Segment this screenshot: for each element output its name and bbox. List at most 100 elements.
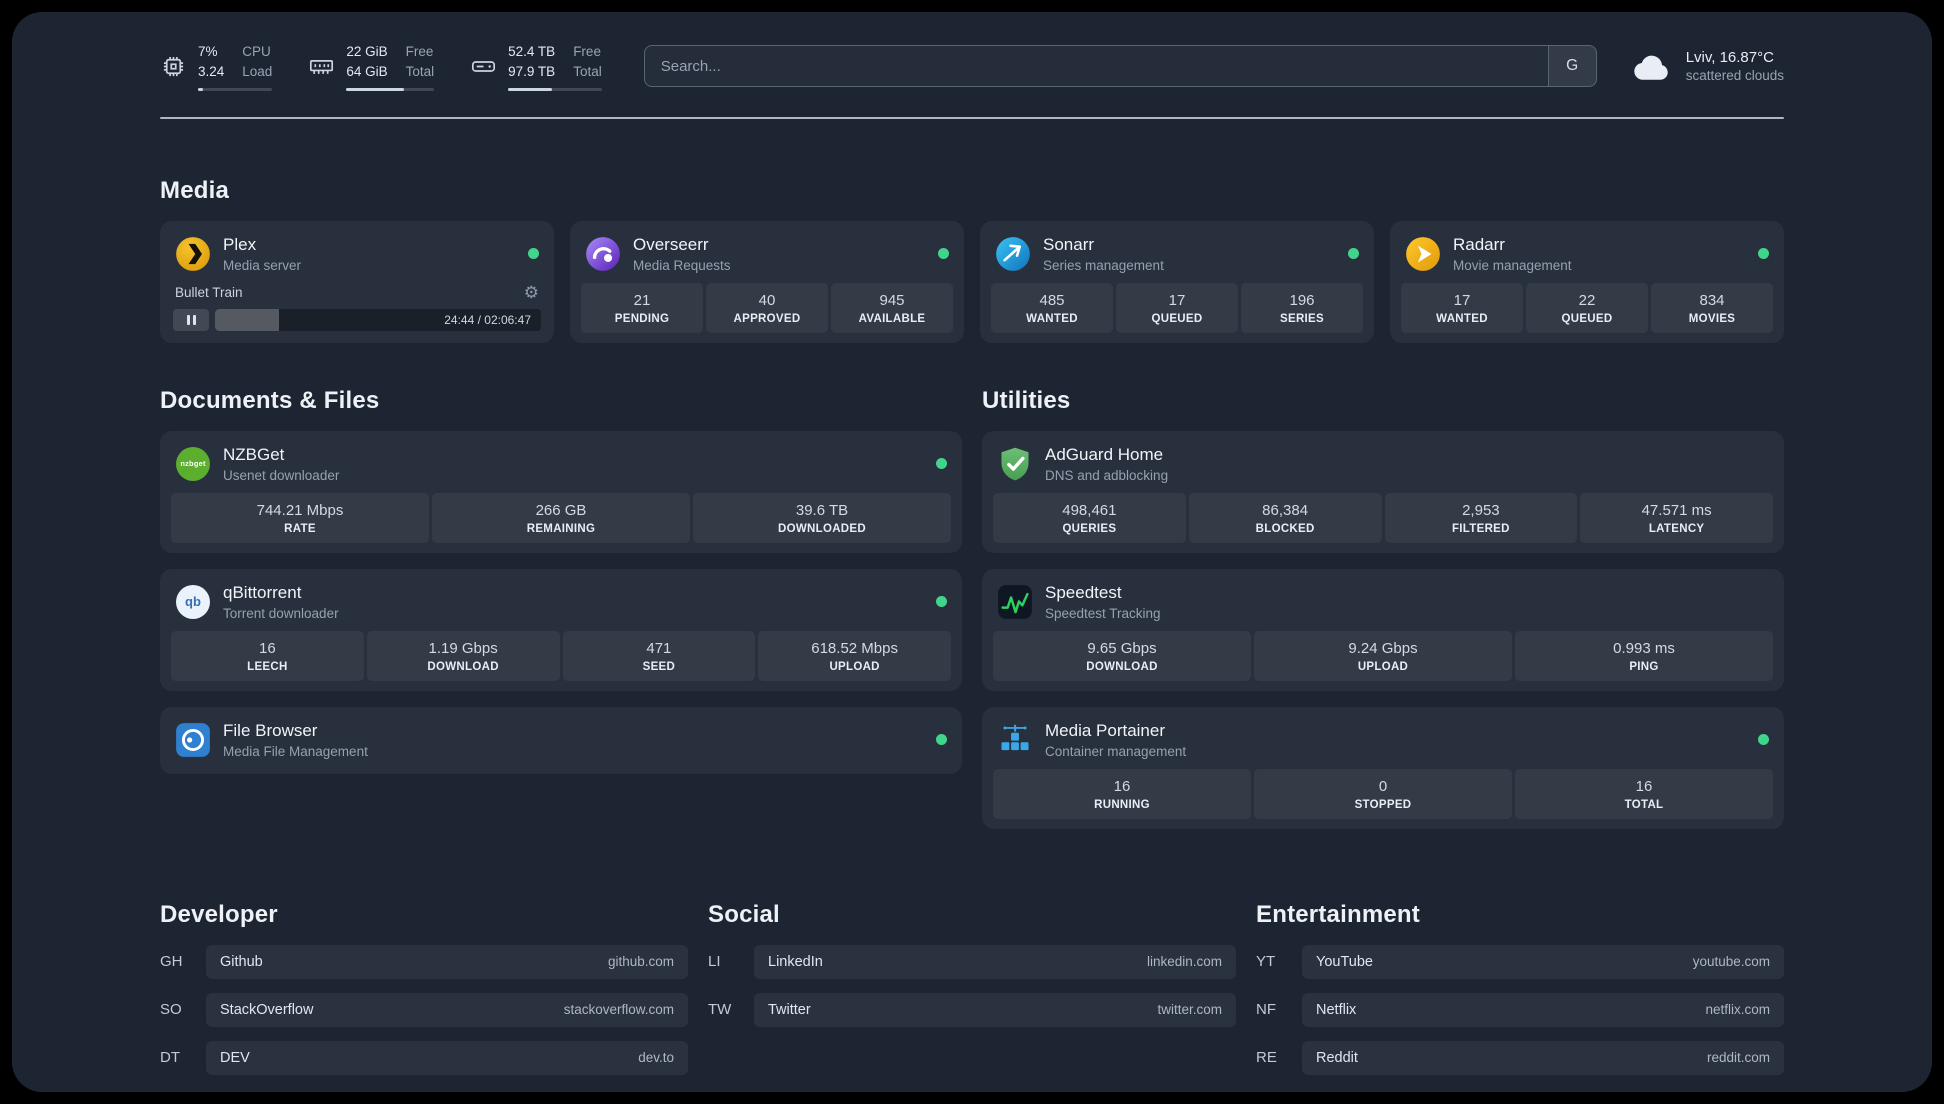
service-card-nzbget[interactable]: nzbget NZBGet Usenet downloader 744.21 Mbps… <box>160 430 962 553</box>
portainer-logo-icon <box>997 722 1033 758</box>
stat-value: 0 <box>1378 777 1388 795</box>
stat-label: WANTED <box>1026 312 1078 325</box>
stat-label: SERIES <box>1280 312 1324 325</box>
stat-label: APPROVED <box>733 312 801 325</box>
weather-widget[interactable]: Lviv, 16.87°C scattered clouds <box>1631 46 1784 86</box>
service-meta: AdGuard Home DNS and adblocking <box>1045 445 1168 483</box>
bookmark-link-reddit[interactable]: Reddit reddit.com <box>1302 1040 1784 1075</box>
weather-condition: scattered clouds <box>1685 68 1784 84</box>
resource-body: 52.4 TB 97.9 TB Free Total <box>508 42 602 91</box>
stat-label: STOPPED <box>1354 798 1412 811</box>
stat-value: 485 <box>1039 291 1065 309</box>
pause-button[interactable] <box>173 308 209 331</box>
service-description: Usenet downloader <box>223 467 340 483</box>
stat-label: DOWNLOAD <box>1086 660 1158 673</box>
service-meta: NZBGet Usenet downloader <box>223 445 339 483</box>
resource-body: 7% 3.24 CPU Load <box>198 42 273 91</box>
stat-value: 196 <box>1289 291 1315 309</box>
search-input[interactable] <box>644 46 1548 87</box>
service-card-qbittorrent[interactable]: qb qBittorrent Torrent downloader 16 LEECH 1.… <box>160 568 962 691</box>
bookmark-name: LinkedIn <box>768 953 823 970</box>
resource-widget-memory: 22 GiB 64 GiB Free Total <box>308 42 435 91</box>
bookmark-link-youtube[interactable]: YouTube youtube.com <box>1302 944 1784 979</box>
stat-label: LEECH <box>247 660 288 673</box>
resource-usage-fill <box>198 87 204 91</box>
stat-value: 39.6 TB <box>795 501 849 519</box>
bookmark-link-twitter[interactable]: Twitter twitter.com <box>754 992 1236 1027</box>
resource-label: Free <box>405 44 434 59</box>
bookmark-rows: LI LinkedIn linkedin.com TW Twitter twitter.c… <box>708 944 1236 1027</box>
stat-value: 834 <box>1699 291 1725 309</box>
service-header: Radarr Movie management <box>1401 231 1773 283</box>
stat-downloaded: 39.6 TB DOWNLOADED <box>693 492 951 543</box>
bookmark-row: YT YouTube youtube.com <box>1256 944 1784 979</box>
bookmark-name: DEV <box>220 1049 250 1066</box>
bookmark-abbr: GH <box>160 953 183 970</box>
bookmark-name: YouTube <box>1316 953 1373 970</box>
bookmark-url: youtube.com <box>1692 954 1770 969</box>
bookmark-url: github.com <box>607 954 674 969</box>
service-card-plex[interactable]: Plex Media server Bullet Train ⚙ 24:44 / 02:… <box>160 220 554 343</box>
bookmark-group-developer: Developer GH Github github.com SO StackOverfl… <box>160 901 688 1075</box>
stat-filtered: 2,953 FILTERED <box>1384 492 1578 543</box>
qbittorrent-logo-icon: qb <box>175 584 211 620</box>
service-stats: 9.65 Gbps DOWNLOAD 9.24 Gbps UPLOAD 0.993 ms… <box>993 630 1773 681</box>
stat-label: RUNNING <box>1094 798 1150 811</box>
service-meta: File Browser Media File Management <box>223 721 368 759</box>
media-service-grid: Plex Media server Bullet Train ⚙ 24:44 / 02:… <box>160 220 1784 343</box>
stat-stopped: 0 STOPPED <box>1254 768 1512 819</box>
stat-wanted: 485 WANTED <box>991 282 1113 333</box>
bookmark-url: stackoverflow.com <box>563 1002 674 1017</box>
section-utilities: Utilities AdGuard Home DNS and adblocking… <box>982 387 1784 829</box>
status-online-dot <box>938 248 949 259</box>
service-card-file-browser[interactable]: File Browser Media File Management <box>160 706 962 774</box>
stat-label: REMAINING <box>526 522 596 535</box>
service-header: Sonarr Series management <box>991 231 1363 283</box>
bookmark-abbr: YT <box>1256 953 1276 970</box>
service-description: Movie management <box>1453 257 1572 273</box>
status-online-dot <box>1758 248 1769 259</box>
bookmark-link-dev[interactable]: DEV dev.to <box>206 1040 688 1075</box>
service-name: AdGuard Home <box>1045 444 1164 464</box>
resource-labels: Free Total <box>573 42 602 83</box>
bookmark-abbr: LI <box>708 953 721 970</box>
stat-upload: 9.24 Gbps UPLOAD <box>1254 630 1512 681</box>
stat-value: 16 <box>259 639 276 657</box>
service-name: Speedtest <box>1045 582 1122 602</box>
service-description: Speedtest Tracking <box>1045 605 1161 621</box>
stat-value: 21 <box>633 291 651 309</box>
bookmark-rows: GH Github github.com SO StackOverflow stackov… <box>160 944 688 1075</box>
resource-label: Total <box>573 64 602 80</box>
service-card-radarr[interactable]: Radarr Movie management 17 WANTED 22 QUEUED 83… <box>1390 220 1784 343</box>
stat-rate: 744.21 Mbps RATE <box>171 492 429 543</box>
bookmark-group-title: Entertainment <box>1256 900 1420 928</box>
service-card-adguard-home[interactable]: AdGuard Home DNS and adblocking 498,461 QUE… <box>982 430 1784 553</box>
stat-label: LATENCY <box>1648 522 1705 535</box>
stat-upload: 618.52 Mbps UPLOAD <box>758 630 951 681</box>
service-card-sonarr[interactable]: Sonarr Series management 485 WANTED 17 QUEUED… <box>980 220 1374 343</box>
resource-widgets: 7% 3.24 CPU Load 22 GiB 64 GiB Free Total 52.4 T… <box>160 42 602 91</box>
stat-value: 618.52 Mbps <box>811 639 898 657</box>
resource-widget-disk: 52.4 TB 97.9 TB Free Total <box>470 42 602 91</box>
bookmark-link-linkedin[interactable]: LinkedIn linkedin.com <box>754 944 1236 979</box>
bookmark-row: SO StackOverflow stackoverflow.com <box>160 992 688 1027</box>
bookmark-link-stackoverflow[interactable]: StackOverflow stackoverflow.com <box>206 992 688 1027</box>
bookmark-link-netflix[interactable]: Netflix netflix.com <box>1302 992 1784 1027</box>
section-media: Media Plex Media server Bullet Train ⚙ 24:44… <box>160 177 1784 343</box>
stat-leech: 16 LEECH <box>171 630 364 681</box>
service-description: DNS and adblocking <box>1045 467 1169 483</box>
stat-pending: 21 PENDING <box>581 282 703 333</box>
stat-label: QUEUED <box>1151 312 1203 325</box>
service-card-speedtest[interactable]: Speedtest Speedtest Tracking 9.65 Gbps DOWN… <box>982 568 1784 691</box>
pause-bar <box>186 314 190 325</box>
service-card-media-portainer[interactable]: Media Portainer Container management 16 RUN… <box>982 706 1784 829</box>
service-card-overseerr[interactable]: Overseerr Media Requests 21 PENDING 40 APPROV… <box>570 220 964 343</box>
resource-label: Load <box>242 64 273 80</box>
bookmark-abbr: TW <box>708 1001 732 1018</box>
resource-value: 3.24 <box>198 64 225 80</box>
search-provider-button[interactable]: G <box>1547 46 1596 87</box>
bookmark-link-github[interactable]: Github github.com <box>206 944 688 979</box>
bookmark-name: StackOverflow <box>220 1001 314 1018</box>
resource-value: 97.9 TB <box>508 64 556 80</box>
gear-icon[interactable]: ⚙ <box>524 284 539 301</box>
